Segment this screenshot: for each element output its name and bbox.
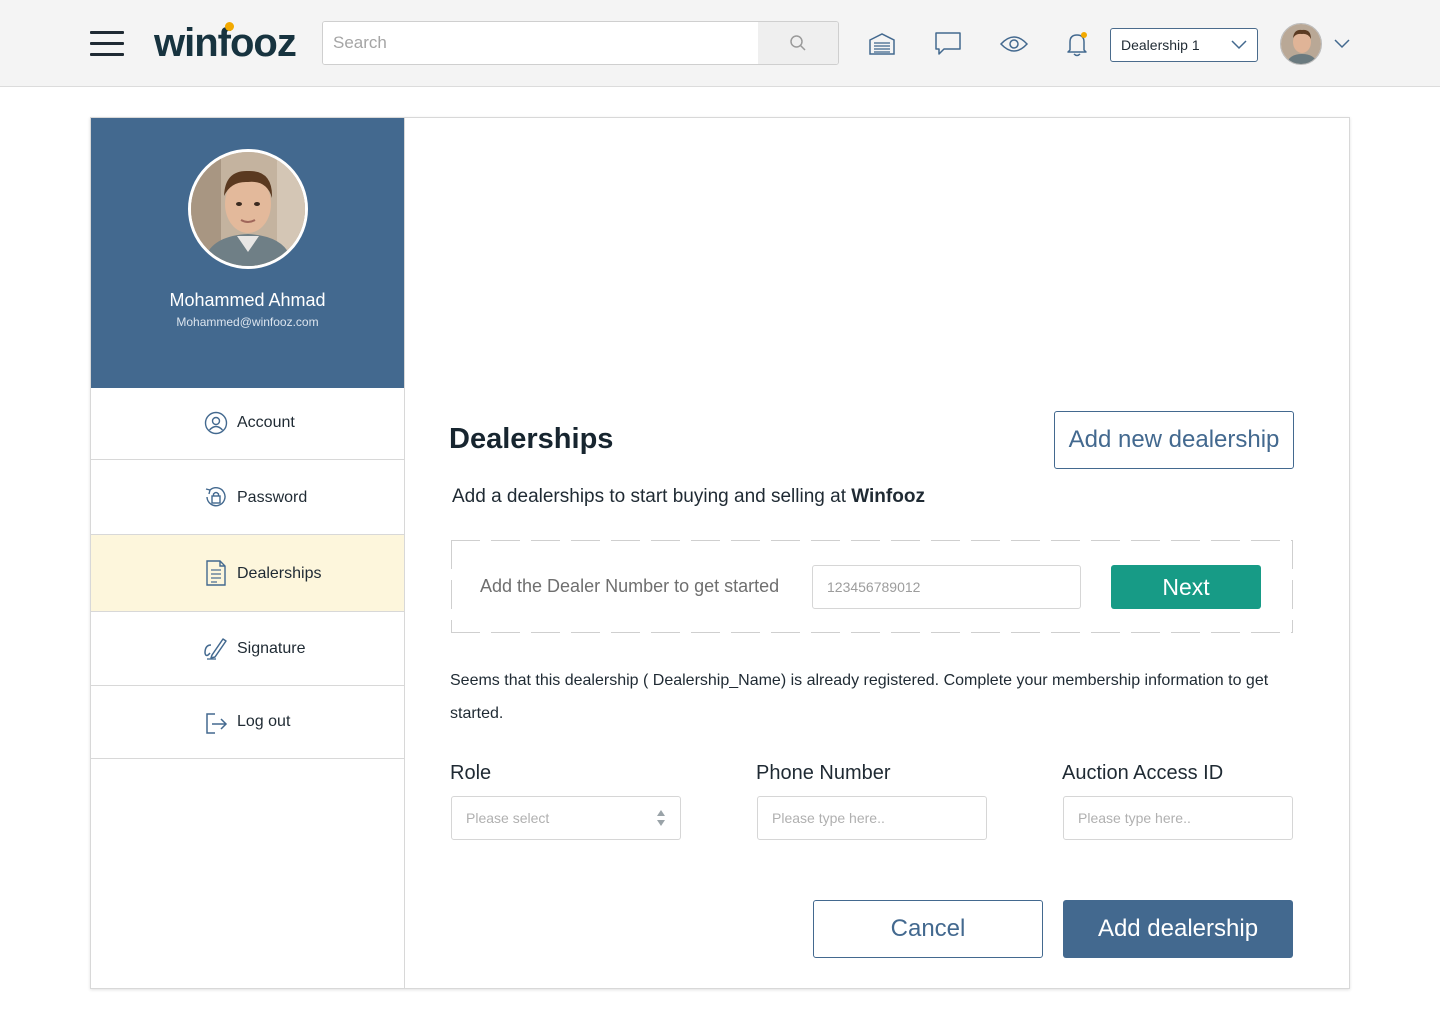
chat-icon[interactable] [933,29,963,59]
phone-input[interactable] [757,796,987,840]
sidebar-item-label: Signature [237,640,306,657]
phone-label: Phone Number [756,762,891,784]
add-new-dealership-button[interactable]: Add new dealership [1054,411,1294,469]
signature-icon [203,636,229,662]
document-icon [203,560,229,586]
search-icon [790,35,806,51]
profile-panel: Mohammed Ahmad Mohammed@winfooz.com [91,118,404,388]
sort-arrows-icon [657,810,665,826]
role-label: Role [450,762,492,784]
subtitle-text: Add a dealerships to start buying and se… [452,486,852,507]
profile-email: Mohammed@winfooz.com [176,315,319,329]
page-title: Dealerships [449,423,614,455]
search-bar [322,21,839,65]
sidebar-item-dealerships[interactable]: Dealerships [91,535,404,612]
sidebar-item-label: Password [237,489,308,506]
sidebar: Mohammed Ahmad Mohammed@winfooz.com Acco… [91,118,405,988]
next-button[interactable]: Next [1111,565,1261,609]
auction-access-input[interactable] [1063,796,1293,840]
dealership-select[interactable]: Dealership 1 [1110,28,1258,62]
garage-icon[interactable] [867,29,897,59]
settings-card: Mohammed Ahmad Mohammed@winfooz.com Acco… [90,117,1350,989]
dealership-select-value: Dealership 1 [1121,37,1200,53]
sidebar-item-signature[interactable]: Signature [91,612,404,686]
add-dealership-button[interactable]: Add dealership [1063,900,1293,958]
auction-access-label: Auction Access ID [1062,762,1224,784]
search-button[interactable] [758,22,838,64]
menu-icon[interactable] [90,31,124,57]
role-select[interactable]: Please select [451,796,681,840]
sidebar-item-label: Log out [237,713,291,730]
role-select-placeholder: Please select [466,810,550,826]
dealer-number-input[interactable] [812,565,1081,609]
sidebar-item-logout[interactable]: Log out [91,686,404,759]
sidebar-item-password[interactable]: Password [91,460,404,535]
logo-dot [225,22,234,31]
profile-name: Mohammed Ahmad [169,290,326,310]
cancel-button[interactable]: Cancel [813,900,1043,958]
registered-notice: Seems that this dealership ( Dealership_… [450,672,1269,722]
user-circle-icon [203,410,229,436]
subtitle-brand: Winfooz [851,486,925,507]
user-avatar[interactable] [1280,23,1322,65]
sidebar-item-label: Dealerships [237,565,322,582]
profile-chevron-down-icon[interactable] [1334,37,1350,49]
logo[interactable]: winfooz [154,18,297,68]
sidebar-item-label: Account [237,414,295,431]
bell-icon[interactable] [1062,29,1092,59]
avatar-photo [1281,24,1321,64]
subtitle: Add a dealerships to start buying and se… [452,486,925,508]
dealer-number-box: Add the Dealer Number to get started Nex… [451,540,1293,633]
logout-icon [203,710,229,736]
profile-avatar [188,149,308,269]
dealer-number-prompt: Add the Dealer Number to get started [480,576,780,596]
lock-icon [203,484,229,510]
top-bar: winfooz Dealership 1 [0,0,1440,87]
search-input[interactable] [323,22,759,64]
sidebar-item-account[interactable]: Account [91,388,404,460]
chevron-down-icon [1231,40,1247,50]
eye-icon[interactable] [999,29,1029,59]
